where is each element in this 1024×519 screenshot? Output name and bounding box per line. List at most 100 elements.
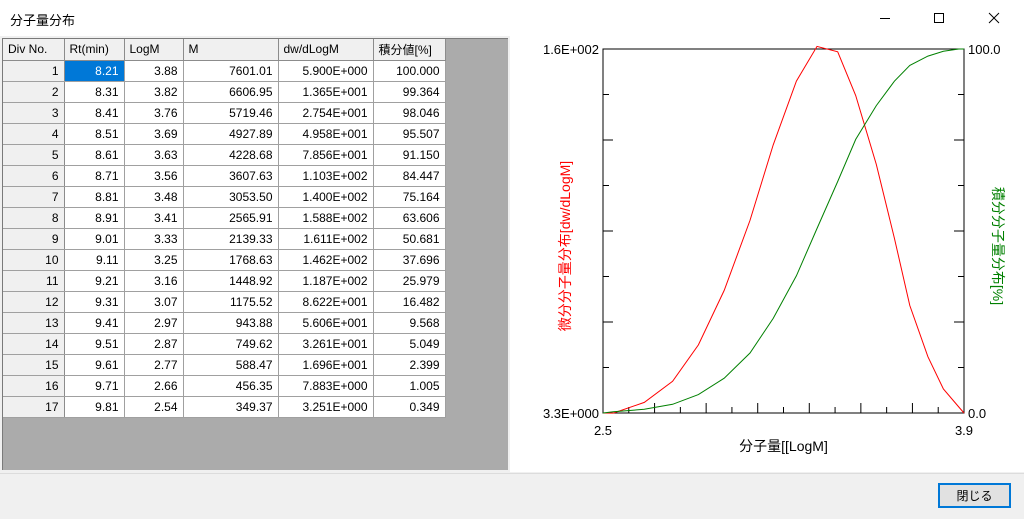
cell-integral[interactable]: 0.349 <box>373 396 446 418</box>
cell-logm[interactable]: 3.07 <box>124 291 184 313</box>
cell-m[interactable]: 349.37 <box>183 396 279 418</box>
cell-logm[interactable]: 3.82 <box>124 81 184 103</box>
cell-dwdlogm[interactable]: 5.606E+001 <box>278 312 374 334</box>
cell-integral[interactable]: 63.606 <box>373 207 446 229</box>
cell-dwdlogm[interactable]: 1.611E+002 <box>278 228 374 250</box>
cell-div-no[interactable]: 5 <box>3 144 65 166</box>
table-row[interactable]: 15 9.61 2.77 588.47 1.696E+001 2.399 <box>3 354 446 376</box>
table-row[interactable]: 9 9.01 3.33 2139.33 1.611E+002 50.681 <box>3 228 446 250</box>
col-header-logm[interactable]: LogM <box>124 39 184 61</box>
cell-logm[interactable]: 2.87 <box>124 333 184 355</box>
cell-m[interactable]: 3053.50 <box>183 186 279 208</box>
cell-integral[interactable]: 100.000 <box>373 60 446 82</box>
cell-dwdlogm[interactable]: 8.622E+001 <box>278 291 374 313</box>
cell-integral[interactable]: 98.046 <box>373 102 446 124</box>
cell-m[interactable]: 5719.46 <box>183 102 279 124</box>
data-grid-panel[interactable]: Div No. Rt(min) LogM M dw/dLogM 積分値[%] 1… <box>2 38 508 470</box>
cell-rt[interactable]: 8.81 <box>64 186 125 208</box>
cell-logm[interactable]: 3.88 <box>124 60 184 82</box>
table-row[interactable]: 4 8.51 3.69 4927.89 4.958E+001 95.507 <box>3 123 446 145</box>
cell-logm[interactable]: 3.33 <box>124 228 184 250</box>
cell-div-no[interactable]: 4 <box>3 123 65 145</box>
cell-rt[interactable]: 9.01 <box>64 228 125 250</box>
cell-rt[interactable]: 9.31 <box>64 291 125 313</box>
cell-integral[interactable]: 1.005 <box>373 375 446 397</box>
cell-rt[interactable]: 8.21 <box>64 60 125 82</box>
cell-integral[interactable]: 5.049 <box>373 333 446 355</box>
cell-m[interactable]: 2139.33 <box>183 228 279 250</box>
cell-dwdlogm[interactable]: 7.883E+000 <box>278 375 374 397</box>
cell-logm[interactable]: 3.25 <box>124 249 184 271</box>
table-row[interactable]: 11 9.21 3.16 1448.92 1.187E+002 25.979 <box>3 270 446 292</box>
cell-integral[interactable]: 95.507 <box>373 123 446 145</box>
cell-m[interactable]: 1768.63 <box>183 249 279 271</box>
cell-dwdlogm[interactable]: 7.856E+001 <box>278 144 374 166</box>
table-row[interactable]: 8 8.91 3.41 2565.91 1.588E+002 63.606 <box>3 207 446 229</box>
cell-dwdlogm[interactable]: 4.958E+001 <box>278 123 374 145</box>
cell-dwdlogm[interactable]: 1.696E+001 <box>278 354 374 376</box>
cell-dwdlogm[interactable]: 2.754E+001 <box>278 102 374 124</box>
cell-rt[interactable]: 9.61 <box>64 354 125 376</box>
cell-m[interactable]: 7601.01 <box>183 60 279 82</box>
cell-div-no[interactable]: 14 <box>3 333 65 355</box>
cell-m[interactable]: 943.88 <box>183 312 279 334</box>
data-grid[interactable]: Div No. Rt(min) LogM M dw/dLogM 積分値[%] 1… <box>3 39 446 418</box>
col-header-m[interactable]: M <box>183 39 279 61</box>
cell-logm[interactable]: 3.69 <box>124 123 184 145</box>
cell-logm[interactable]: 3.76 <box>124 102 184 124</box>
minimize-button[interactable] <box>862 0 908 36</box>
cell-div-no[interactable]: 6 <box>3 165 65 187</box>
cell-dwdlogm[interactable]: 1.365E+001 <box>278 81 374 103</box>
table-row[interactable]: 13 9.41 2.97 943.88 5.606E+001 9.568 <box>3 312 446 334</box>
cell-dwdlogm[interactable]: 1.588E+002 <box>278 207 374 229</box>
cell-rt[interactable]: 8.51 <box>64 123 125 145</box>
cell-integral[interactable]: 50.681 <box>373 228 446 250</box>
maximize-button[interactable] <box>916 0 962 36</box>
col-header-dwdlogm[interactable]: dw/dLogM <box>278 39 374 61</box>
cell-logm[interactable]: 2.77 <box>124 354 184 376</box>
cell-m[interactable]: 3607.63 <box>183 165 279 187</box>
cell-rt[interactable]: 9.71 <box>64 375 125 397</box>
cell-div-no[interactable]: 16 <box>3 375 65 397</box>
cell-div-no[interactable]: 15 <box>3 354 65 376</box>
col-header-rt[interactable]: Rt(min) <box>64 39 125 61</box>
cell-m[interactable]: 749.62 <box>183 333 279 355</box>
table-row[interactable]: 17 9.81 2.54 349.37 3.251E+000 0.349 <box>3 396 446 418</box>
cell-logm[interactable]: 3.56 <box>124 165 184 187</box>
cell-rt[interactable]: 9.81 <box>64 396 125 418</box>
col-header-integral[interactable]: 積分値[%] <box>373 39 446 61</box>
cell-div-no[interactable]: 3 <box>3 102 65 124</box>
table-row[interactable]: 16 9.71 2.66 456.35 7.883E+000 1.005 <box>3 375 446 397</box>
cell-m[interactable]: 4927.89 <box>183 123 279 145</box>
cell-div-no[interactable]: 12 <box>3 291 65 313</box>
table-row[interactable]: 1 8.21 3.88 7601.01 5.900E+000 100.000 <box>3 60 446 82</box>
table-row[interactable]: 3 8.41 3.76 5719.46 2.754E+001 98.046 <box>3 102 446 124</box>
cell-integral[interactable]: 25.979 <box>373 270 446 292</box>
cell-logm[interactable]: 2.66 <box>124 375 184 397</box>
cell-div-no[interactable]: 13 <box>3 312 65 334</box>
cell-rt[interactable]: 9.21 <box>64 270 125 292</box>
table-row[interactable]: 7 8.81 3.48 3053.50 1.400E+002 75.164 <box>3 186 446 208</box>
table-row[interactable]: 10 9.11 3.25 1768.63 1.462E+002 37.696 <box>3 249 446 271</box>
cell-dwdlogm[interactable]: 5.900E+000 <box>278 60 374 82</box>
cell-logm[interactable]: 3.48 <box>124 186 184 208</box>
cell-div-no[interactable]: 8 <box>3 207 65 229</box>
close-window-button[interactable] <box>971 0 1017 36</box>
cell-logm[interactable]: 2.54 <box>124 396 184 418</box>
cell-div-no[interactable]: 7 <box>3 186 65 208</box>
table-row[interactable]: 6 8.71 3.56 3607.63 1.103E+002 84.447 <box>3 165 446 187</box>
cell-m[interactable]: 588.47 <box>183 354 279 376</box>
cell-rt[interactable]: 8.71 <box>64 165 125 187</box>
cell-rt[interactable]: 9.11 <box>64 249 125 271</box>
cell-div-no[interactable]: 10 <box>3 249 65 271</box>
cell-m[interactable]: 1175.52 <box>183 291 279 313</box>
cell-dwdlogm[interactable]: 1.400E+002 <box>278 186 374 208</box>
cell-integral[interactable]: 2.399 <box>373 354 446 376</box>
cell-m[interactable]: 456.35 <box>183 375 279 397</box>
cell-rt[interactable]: 9.41 <box>64 312 125 334</box>
cell-dwdlogm[interactable]: 1.103E+002 <box>278 165 374 187</box>
table-row[interactable]: 2 8.31 3.82 6606.95 1.365E+001 99.364 <box>3 81 446 103</box>
cell-integral[interactable]: 91.150 <box>373 144 446 166</box>
table-row[interactable]: 5 8.61 3.63 4228.68 7.856E+001 91.150 <box>3 144 446 166</box>
cell-rt[interactable]: 8.41 <box>64 102 125 124</box>
